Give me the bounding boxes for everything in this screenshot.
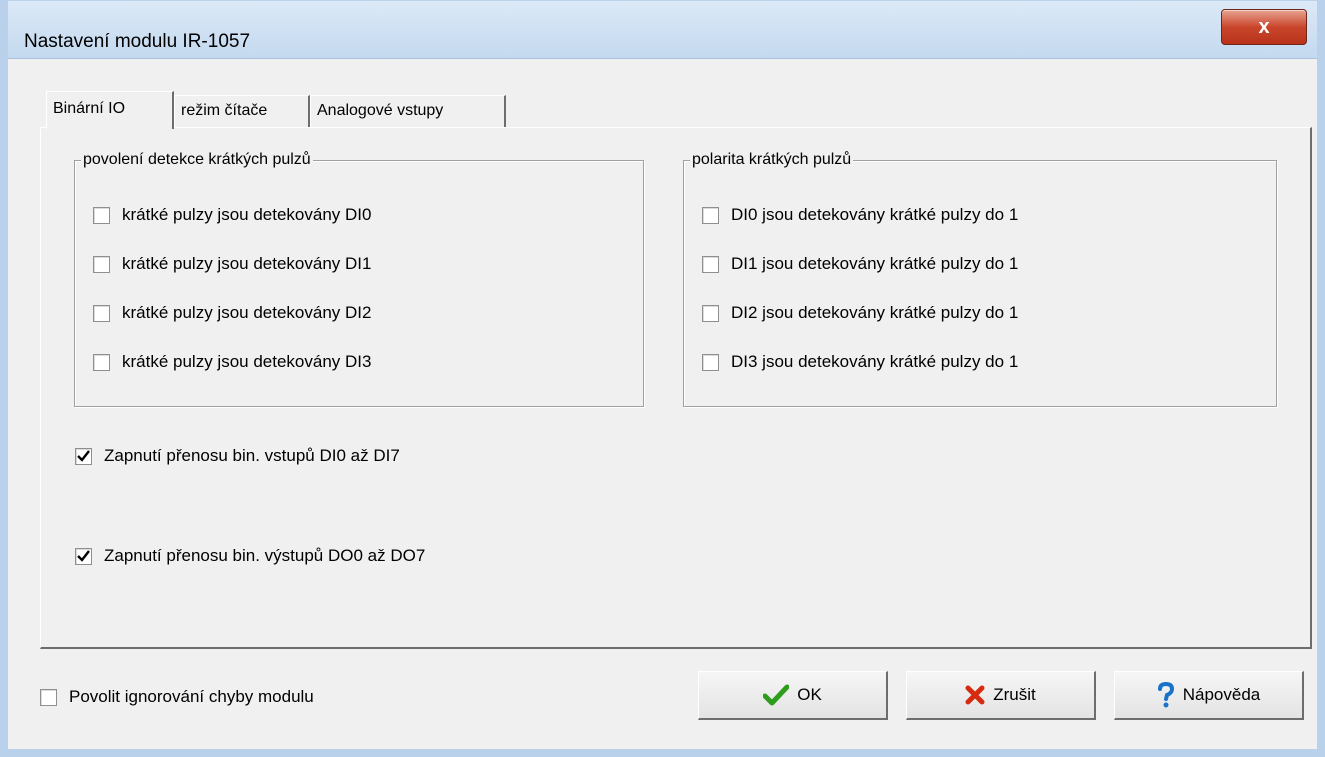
detect-di0-checkbox[interactable]: krátké pulzy jsou detekovány DI0 <box>93 205 371 225</box>
checkbox-box[interactable] <box>93 353 110 371</box>
detection-groupbox: povolení detekce krátkých pulzů krátké p… <box>74 151 644 407</box>
checkbox-box[interactable] <box>702 304 719 322</box>
checkbox-box[interactable] <box>93 304 110 322</box>
tab-label: Binární IO <box>53 100 126 117</box>
tab-label: Analogové vstupy <box>317 102 444 119</box>
title-bar[interactable]: Nastavení modulu IR-1057 x <box>8 1 1317 59</box>
close-icon: x <box>1258 15 1270 38</box>
polarity-di1-checkbox[interactable]: DI1 jsou detekovány krátké pulzy do 1 <box>702 254 1018 274</box>
tab-analog-inputs[interactable]: Analogové vstupy <box>310 95 506 127</box>
checkmark-icon <box>77 450 90 462</box>
ignore-errors-checkbox[interactable]: Povolit ignorování chyby modulu <box>40 687 314 707</box>
checkbox-label: krátké pulzy jsou detekovány DI3 <box>122 352 372 371</box>
ok-label: OK <box>797 685 822 704</box>
checkbox-box[interactable] <box>93 255 110 273</box>
tab-panel-binary-io: povolení detekce krátkých pulzů krátké p… <box>40 127 1312 649</box>
checkbox-box[interactable] <box>702 206 719 224</box>
x-mark-icon <box>965 685 985 705</box>
help-label: Nápověda <box>1182 685 1261 704</box>
transfer-inputs-checkbox[interactable]: Zapnutí přenosu bin. vstupů DI0 až DI7 <box>75 446 400 466</box>
tab-binary-io[interactable]: Binární IO <box>46 91 174 129</box>
polarity-di3-checkbox[interactable]: DI3 jsou detekovány krátké pulzy do 1 <box>702 352 1018 372</box>
detection-group-legend: povolení detekce krátkých pulzů <box>81 151 313 169</box>
transfer-outputs-checkbox[interactable]: Zapnutí přenosu bin. výstupů DO0 až DO7 <box>75 546 425 566</box>
question-mark-icon <box>1157 682 1175 708</box>
ok-button[interactable]: OK <box>698 671 888 720</box>
checkbox-box[interactable] <box>40 688 57 706</box>
checkbox-label: Zapnutí přenosu bin. výstupů DO0 až DO7 <box>104 546 426 565</box>
window-title: Nastavení modulu IR-1057 <box>24 31 251 52</box>
checkmark-icon <box>77 550 90 562</box>
dialog-client: Binární IO režim čítače Analogové vstupy… <box>8 59 1317 749</box>
checkbox-label: DI2 jsou detekovány krátké pulzy do 1 <box>731 303 1019 322</box>
checkbox-box[interactable] <box>75 547 92 565</box>
dialog-window: Nastavení modulu IR-1057 x Binární IO re… <box>0 0 1325 757</box>
checkmark-icon <box>763 684 790 706</box>
polarity-group-legend: polarita krátkých pulzů <box>690 151 854 169</box>
detect-di3-checkbox[interactable]: krátké pulzy jsou detekovány DI3 <box>93 352 371 372</box>
checkbox-box[interactable] <box>75 447 92 465</box>
checkbox-box[interactable] <box>702 353 719 371</box>
checkbox-label: krátké pulzy jsou detekovány DI1 <box>122 254 372 273</box>
cancel-label: Zrušit <box>993 685 1036 704</box>
checkbox-label: krátké pulzy jsou detekovány DI0 <box>122 205 372 224</box>
checkbox-box[interactable] <box>93 206 110 224</box>
close-button[interactable]: x <box>1221 9 1307 45</box>
detect-di1-checkbox[interactable]: krátké pulzy jsou detekovány DI1 <box>93 254 371 274</box>
checkbox-label: Zapnutí přenosu bin. vstupů DI0 až DI7 <box>104 446 400 465</box>
help-button[interactable]: Nápověda <box>1114 671 1304 720</box>
polarity-di2-checkbox[interactable]: DI2 jsou detekovány krátké pulzy do 1 <box>702 303 1018 323</box>
checkbox-box[interactable] <box>702 255 719 273</box>
checkbox-label: DI3 jsou detekovány krátké pulzy do 1 <box>731 352 1019 371</box>
polarity-di0-checkbox[interactable]: DI0 jsou detekovány krátké pulzy do 1 <box>702 205 1018 225</box>
checkbox-label: krátké pulzy jsou detekovány DI2 <box>122 303 372 322</box>
checkbox-label: DI1 jsou detekovány krátké pulzy do 1 <box>731 254 1019 273</box>
cancel-button[interactable]: Zrušit <box>906 671 1096 720</box>
detect-di2-checkbox[interactable]: krátké pulzy jsou detekovány DI2 <box>93 303 371 323</box>
checkbox-label: DI0 jsou detekovány krátké pulzy do 1 <box>731 205 1019 224</box>
polarity-groupbox: polarita krátkých pulzů DI0 jsou detekov… <box>683 151 1277 407</box>
checkbox-label: Povolit ignorování chyby modulu <box>69 687 314 706</box>
tab-label: režim čítače <box>181 102 268 119</box>
tab-counter-mode[interactable]: režim čítače <box>174 95 310 127</box>
